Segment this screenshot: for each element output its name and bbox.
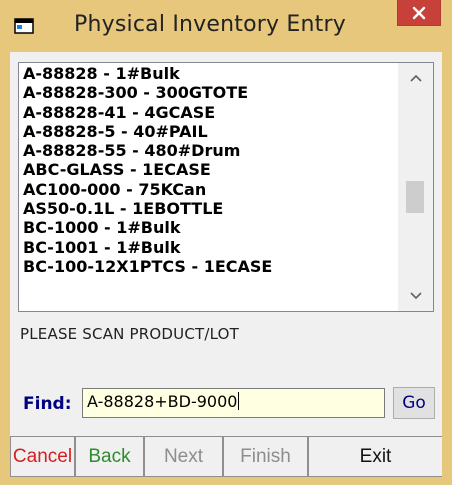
list-item[interactable]: AS50-0.1L - 1EBOTTLE: [23, 199, 403, 218]
find-input[interactable]: A-88828+BD-9000: [82, 388, 385, 418]
cancel-button[interactable]: Cancel: [10, 436, 75, 477]
scroll-down-button[interactable]: [399, 281, 433, 311]
exit-button[interactable]: Exit: [308, 436, 442, 477]
chevron-down-icon: [410, 292, 422, 300]
scroll-up-button[interactable]: [399, 63, 433, 93]
list-item[interactable]: BC-1001 - 1#Bulk: [23, 238, 403, 257]
list-item[interactable]: AC100-000 - 75KCan: [23, 180, 403, 199]
next-button[interactable]: Next: [144, 436, 223, 477]
list-item[interactable]: A-88828-5 - 40#PAIL: [23, 122, 403, 141]
close-icon: [412, 6, 426, 19]
chevron-up-icon: [410, 74, 422, 82]
title-bar[interactable]: Physical Inventory Entry: [0, 0, 452, 52]
scroll-thumb[interactable]: [406, 181, 424, 213]
product-list: A-88828 - 1#Bulk A-88828-300 - 300GTOTE A-…: [23, 64, 403, 276]
list-item[interactable]: BC-100-12X1PTCS - 1ECASE: [23, 257, 403, 276]
finish-button[interactable]: Finish: [223, 436, 308, 477]
go-button[interactable]: Go: [393, 387, 435, 419]
list-scrollbar[interactable]: [398, 63, 433, 311]
product-listbox[interactable]: A-88828 - 1#Bulk A-88828-300 - 300GTOTE A-…: [18, 62, 434, 312]
list-item[interactable]: A-88828-41 - 4GCASE: [23, 103, 403, 122]
list-item[interactable]: A-88828-300 - 300GTOTE: [23, 83, 403, 102]
close-button[interactable]: [397, 0, 441, 26]
find-input-value: A-88828+BD-9000: [87, 392, 238, 411]
window-title: Physical Inventory Entry: [74, 12, 346, 37]
list-item[interactable]: A-88828-55 - 480#Drum: [23, 141, 403, 160]
status-message: PLEASE SCAN PRODUCT/LOT: [20, 325, 240, 343]
back-button[interactable]: Back: [75, 436, 144, 477]
find-label: Find:: [23, 394, 72, 414]
list-item[interactable]: ABC-GLASS - 1ECASE: [23, 160, 403, 179]
physical-inventory-window: Physical Inventory Entry A-88828 - 1#Bul…: [0, 0, 452, 485]
list-item[interactable]: A-88828 - 1#Bulk: [23, 64, 403, 83]
list-item[interactable]: BC-1000 - 1#Bulk: [23, 218, 403, 237]
wizard-button-row: Cancel Back Next Finish Exit: [10, 436, 442, 477]
text-caret: [238, 392, 240, 410]
client-area: A-88828 - 1#Bulk A-88828-300 - 300GTOTE A-…: [10, 52, 442, 477]
